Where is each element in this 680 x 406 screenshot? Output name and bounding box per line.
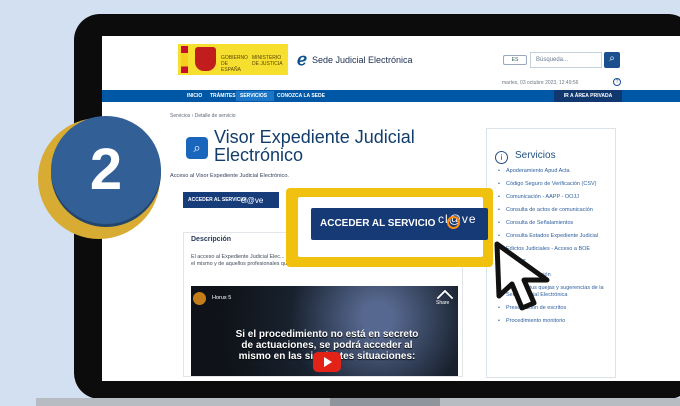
sidebar-item-monitorio[interactable]: Procedimiento monitorio xyxy=(498,318,606,325)
sidebar-item-comunicacion[interactable]: Comunicación - AAPP - OOJJ xyxy=(498,194,606,201)
clave-logo-small: cl@ve xyxy=(241,196,264,205)
clave-at-circle-icon xyxy=(447,216,460,229)
sede-logo-icon: ℯ xyxy=(297,50,308,69)
search-button[interactable]: ⌕ xyxy=(604,52,620,68)
search-input[interactable]: Búsqueda... xyxy=(530,52,602,68)
site-title: Sede Judicial Electrónica xyxy=(312,55,413,65)
channel-avatar xyxy=(193,292,206,305)
current-date: martes, 03 octubre 2023, 12:49:56 xyxy=(502,80,579,86)
sidebar-item-csv[interactable]: Código Seguro de Verificación (CSV) xyxy=(498,181,606,188)
step-number-badge: 2 xyxy=(51,116,161,224)
nav-inicio[interactable]: INICIO xyxy=(187,93,202,99)
sidebar-item-senalamientos[interactable]: Consulta de Señalamientos xyxy=(498,220,606,227)
page-title: Visor Expediente Judicial Electrónico xyxy=(214,127,415,165)
nav-tramites[interactable]: TRÁMITES xyxy=(210,93,236,99)
nav-conozca-la-sede[interactable]: CONOZCA LA SEDE xyxy=(277,93,325,99)
help-icon[interactable]: ? xyxy=(613,78,621,86)
page-subtitle: Acceso al Visor Expediente Judicial Elec… xyxy=(170,173,289,179)
spanish-flag-icon xyxy=(181,46,188,73)
search-icon: ⌕ xyxy=(609,53,615,64)
sidebar-title: Servicios xyxy=(515,150,556,161)
share-label: Share xyxy=(436,300,450,306)
government-logo-text-2: MINISTERIO DE JUSTICIA xyxy=(252,55,283,67)
language-selector[interactable]: ES xyxy=(503,55,527,65)
government-logo-text-1: GOBIERNO DE ESPAÑA xyxy=(221,55,248,73)
coat-of-arms-icon xyxy=(195,47,216,71)
sidebar-item-consulta-actos[interactable]: Consulta de actos de comunicación xyxy=(498,207,606,214)
viewer-icon: ⌕ xyxy=(186,137,208,159)
info-icon: i xyxy=(495,151,508,164)
description-heading: Descripción xyxy=(191,236,232,243)
private-area-button[interactable]: IR A ÁREA PRIVADA xyxy=(554,90,622,102)
nav-servicios[interactable]: SERVICIOS xyxy=(240,93,267,99)
play-icon[interactable] xyxy=(313,352,341,372)
video-channel-name: Horus 5 xyxy=(212,295,232,301)
mouse-cursor-icon xyxy=(494,241,550,311)
laptop-base-notch xyxy=(330,398,440,406)
breadcrumb[interactable]: Servicios › Detalle de servicio xyxy=(170,113,236,119)
access-service-button-small[interactable]: ACCEDER AL SERVICIO xyxy=(183,192,279,208)
sidebar-item-apoderamiento[interactable]: Apoderamiento Apud Acta xyxy=(498,168,606,175)
